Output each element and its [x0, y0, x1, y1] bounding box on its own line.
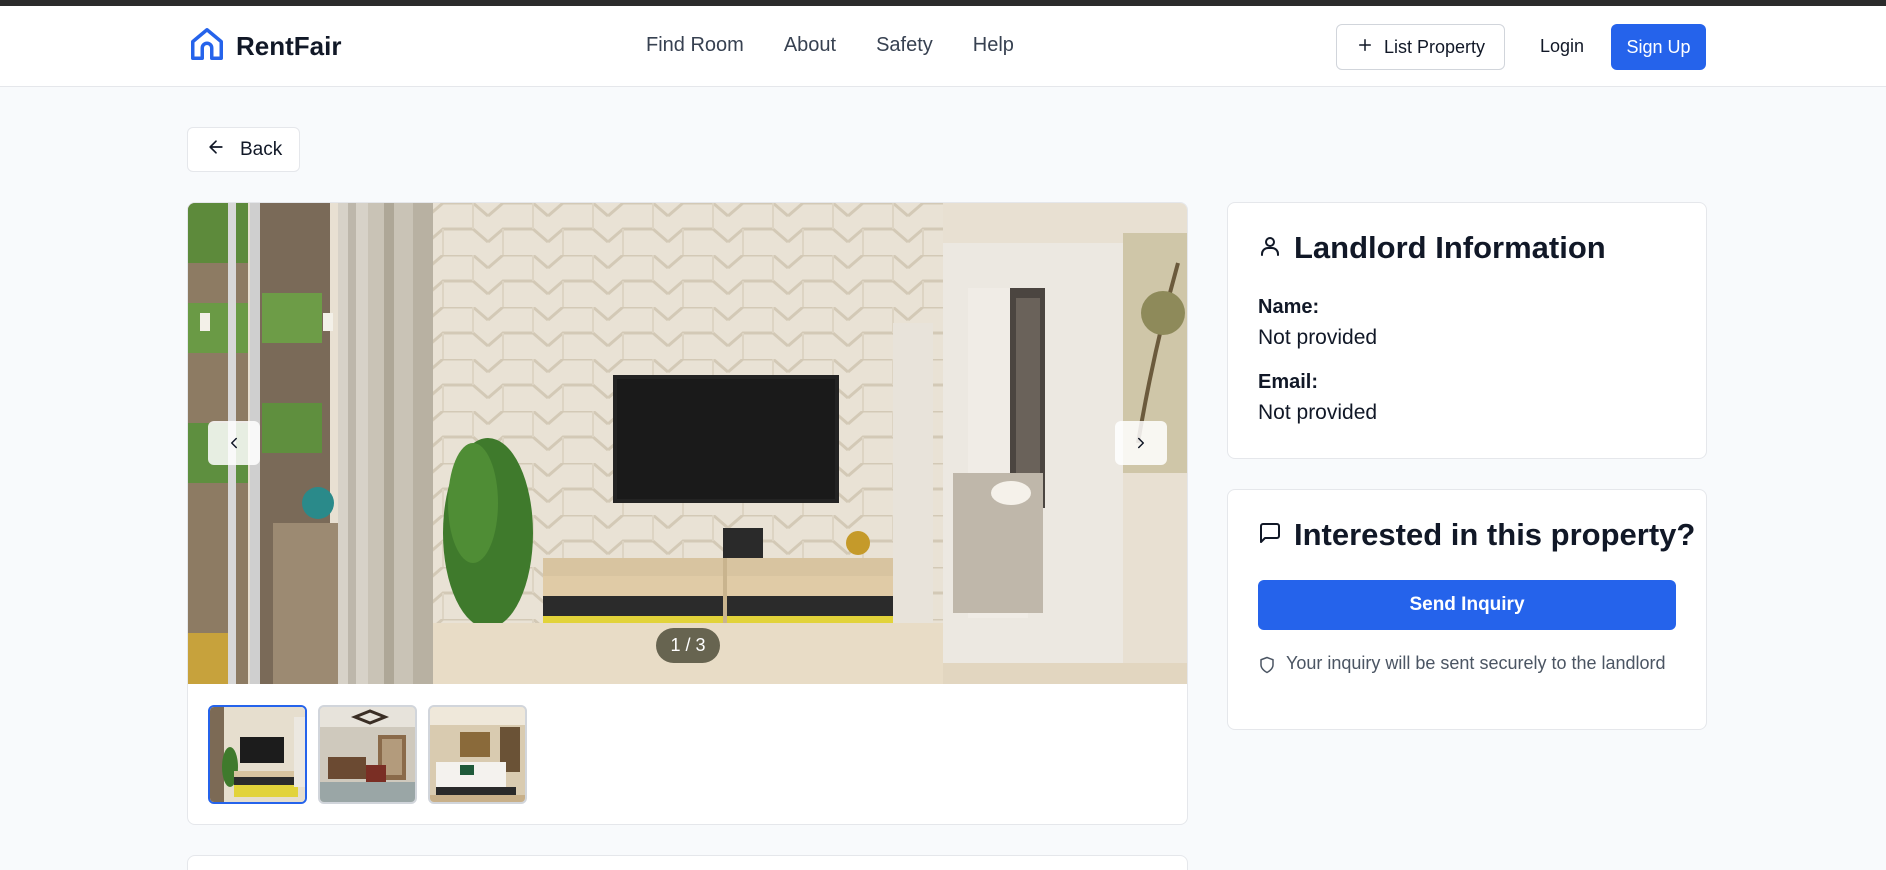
nav-find-room[interactable]: Find Room	[646, 34, 744, 57]
secure-note-text: Your inquiry will be sent securely to th…	[1286, 653, 1666, 673]
email-label: Email:	[1258, 371, 1319, 393]
brand-logo[interactable]: RentFair	[188, 26, 341, 66]
previous-image-button[interactable]	[208, 421, 260, 465]
main-photo: 1 / 3	[188, 203, 1187, 684]
signup-button[interactable]: Sign Up	[1611, 24, 1706, 70]
plus-icon	[1356, 36, 1374, 59]
property-gallery: 1 / 3	[187, 202, 1188, 825]
thumbnail-1[interactable]	[208, 705, 307, 804]
thumbnail-strip	[208, 705, 527, 804]
landlord-card-header: Landlord Information	[1258, 230, 1606, 266]
inquiry-card: Interested in this property? Send Inquir…	[1227, 489, 1707, 730]
back-button[interactable]: Back	[187, 127, 300, 172]
shield-icon	[1258, 651, 1276, 680]
brand-name: RentFair	[236, 30, 342, 61]
chevron-right-icon	[1132, 434, 1150, 452]
house-icon	[188, 25, 226, 68]
send-inquiry-button[interactable]: Send Inquiry	[1258, 580, 1676, 630]
nav-safety[interactable]: Safety	[876, 34, 933, 57]
name-value: Not provided	[1258, 326, 1378, 349]
chevron-left-icon	[225, 434, 243, 452]
thumbnail-2[interactable]	[318, 705, 417, 804]
list-property-button[interactable]: List Property	[1336, 24, 1505, 70]
name-label: Name:	[1258, 296, 1320, 318]
thumbnail-3[interactable]	[428, 705, 527, 804]
arrow-left-icon	[206, 137, 226, 163]
image-counter: 1 / 3	[656, 628, 720, 663]
back-label: Back	[240, 138, 283, 160]
inquiry-card-header: Interested in this property?	[1258, 517, 1695, 553]
nav-about[interactable]: About	[784, 34, 836, 57]
list-property-label: List Property	[1383, 36, 1486, 57]
user-icon	[1258, 230, 1282, 266]
navbar: RentFair Find Room About Safety Help Lis…	[0, 6, 1886, 87]
message-icon	[1258, 517, 1282, 553]
secure-note: Your inquiry will be sent securely to th…	[1258, 651, 1678, 680]
landlord-info-card: Landlord Information Name: Not provided …	[1227, 202, 1707, 459]
inquiry-card-title: Interested in this property?	[1294, 517, 1696, 552]
login-link[interactable]: Login	[1540, 36, 1584, 57]
email-value: Not provided	[1258, 401, 1378, 424]
next-image-button[interactable]	[1115, 421, 1167, 465]
main-nav: Find Room About Safety Help	[646, 34, 1014, 57]
details-card	[187, 855, 1188, 870]
nav-help[interactable]: Help	[973, 34, 1014, 57]
landlord-card-title: Landlord Information	[1294, 230, 1606, 265]
